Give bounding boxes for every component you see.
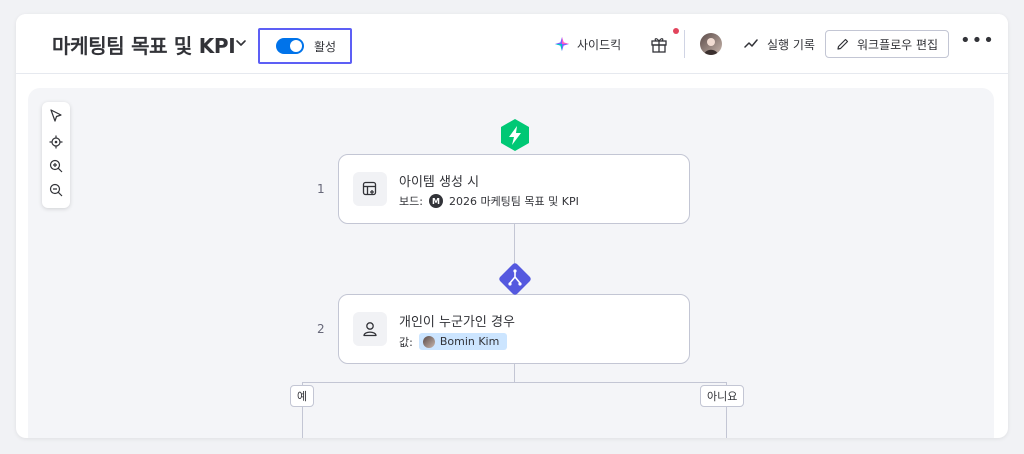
- board-logo-icon: M: [428, 194, 443, 208]
- pointer-icon[interactable]: [48, 108, 64, 124]
- step-number: 1: [317, 182, 325, 196]
- trigger-title: 아이템 생성 시: [399, 175, 480, 190]
- pencil-icon: [837, 38, 849, 50]
- step-number: 2: [317, 322, 325, 336]
- workflow-canvas[interactable]: 1 아이템 생성 시 보드: M 2026 마케팅팀 목표 및 KPI 2 개인…: [28, 88, 994, 438]
- sparkle-icon: [555, 37, 569, 51]
- connector-line: [514, 364, 515, 382]
- automation-window: 마케팅팀 목표 및 KPI 활성 사이드킥 실행 기록 워크플로우 편집 •••…: [16, 14, 1008, 438]
- value-label: 값:: [399, 335, 413, 349]
- sidekick-label: 사이드킥: [577, 37, 622, 52]
- zoom-out-icon[interactable]: [48, 182, 64, 198]
- avatar: [422, 335, 435, 348]
- zoom-in-icon[interactable]: [48, 158, 64, 174]
- condition-card[interactable]: 개인이 누군가인 경우 값: Bomin Kim: [338, 294, 690, 364]
- active-toggle-switch[interactable]: [276, 38, 304, 54]
- person-name: Bomin Kim: [439, 335, 500, 348]
- page-title[interactable]: 마케팅팀 목표 및 KPI: [52, 30, 236, 59]
- canvas-toolbox: [42, 102, 70, 208]
- board-name: 2026 마케팅팀 목표 및 KPI: [448, 195, 579, 208]
- connector-line: [302, 382, 726, 383]
- person-chip[interactable]: Bomin Kim: [418, 333, 508, 350]
- header-bar: 마케팅팀 목표 및 KPI 활성 사이드킥 실행 기록 워크플로우 편집 •••: [16, 14, 1008, 74]
- condition-title: 개인이 누군가인 경우: [399, 315, 515, 330]
- condition-subline: 값: Bomin Kim: [399, 333, 508, 350]
- board-label: 보드:: [399, 195, 423, 208]
- person-icon: [353, 312, 387, 346]
- avatar[interactable]: [700, 33, 722, 55]
- branch-icon: [499, 263, 531, 295]
- recenter-icon[interactable]: [48, 134, 64, 150]
- chevron-down-icon[interactable]: [234, 36, 248, 50]
- notification-dot: [673, 28, 679, 34]
- header-divider: [684, 30, 685, 58]
- edit-workflow-button[interactable]: 워크플로우 편집: [825, 30, 950, 58]
- branch-no-label[interactable]: 아니요: [700, 385, 745, 407]
- run-history-button[interactable]: 실행 기록: [744, 32, 815, 56]
- trigger-subline: 보드: M 2026 마케팅팀 목표 및 KPI: [399, 193, 579, 209]
- lightning-icon: [501, 119, 529, 151]
- item-create-icon: [353, 172, 387, 206]
- active-toggle-highlight[interactable]: 활성: [258, 28, 352, 64]
- activity-icon: [744, 39, 758, 48]
- edit-workflow-label: 워크플로우 편집: [857, 37, 939, 52]
- active-toggle-label: 활성: [314, 39, 337, 54]
- run-history-label: 실행 기록: [767, 37, 815, 52]
- sidekick-button[interactable]: 사이드킥: [554, 32, 621, 56]
- more-menu-button[interactable]: •••: [960, 28, 995, 52]
- trigger-card[interactable]: 아이템 생성 시 보드: M 2026 마케팅팀 목표 및 KPI: [338, 154, 690, 224]
- gift-icon[interactable]: [648, 32, 670, 56]
- branch-yes-label[interactable]: 예: [290, 385, 315, 407]
